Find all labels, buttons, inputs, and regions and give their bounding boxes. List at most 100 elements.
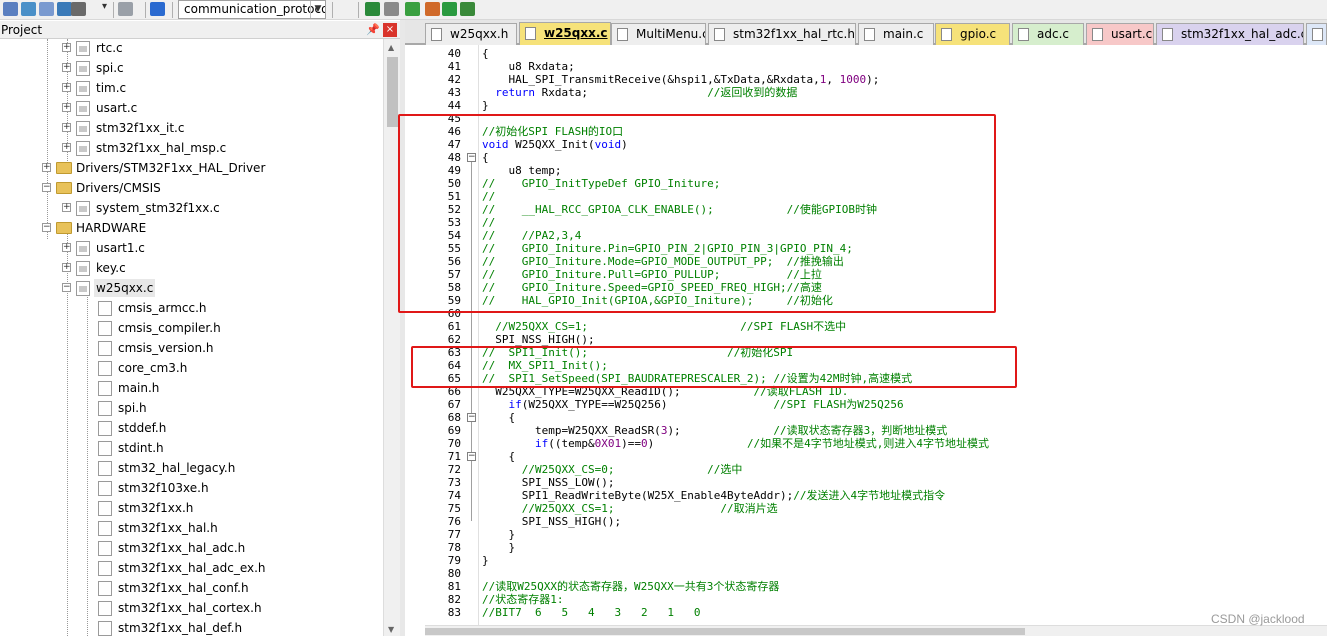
code-text: temp=W25QXX_ReadSR(: [482, 424, 661, 437]
scroll-down-icon[interactable]: ▼: [388, 625, 394, 634]
tree-folder[interactable]: − HARDWARE: [0, 219, 383, 239]
tree-file[interactable]: core_cm3.h: [0, 359, 383, 379]
tree-file[interactable]: stm32f1xx_hal_adc_ex.h: [0, 559, 383, 579]
expand-icon[interactable]: +: [62, 43, 71, 52]
select-packs-icon[interactable]: [405, 2, 420, 16]
expand-icon[interactable]: +: [62, 83, 71, 92]
tree-item-label: stm32f1xx_hal_adc_ex.h: [118, 561, 266, 575]
tab-file[interactable]: gpio.c: [935, 23, 1010, 45]
tab-file[interactable]: main.c: [858, 23, 934, 45]
tree-file[interactable]: + usart1.c: [0, 239, 383, 259]
code-comment: //: [482, 190, 496, 203]
options-icon[interactable]: [118, 2, 133, 16]
code-editor[interactable]: 40 {41 u8 Rxdata; 42 HAL_SPI_TransmitRecei…: [405, 45, 1327, 636]
tree-file[interactable]: cmsis_compiler.h: [0, 319, 383, 339]
tab-file[interactable]: [1306, 23, 1327, 45]
tree-file[interactable]: main.h: [0, 379, 383, 399]
code-text: W25QXX_Init(: [508, 138, 595, 151]
tree-file[interactable]: stm32f103xe.h: [0, 479, 383, 499]
c-source-file-icon: [76, 81, 90, 96]
load-icon[interactable]: [3, 2, 18, 16]
scroll-up-icon[interactable]: ▲: [388, 43, 394, 52]
target-select[interactable]: communication_protoco ▼: [178, 0, 326, 19]
project-tree-scrollbar[interactable]: ▲ ▼: [383, 39, 400, 636]
expand-icon[interactable]: +: [62, 123, 71, 132]
tree-file[interactable]: + usart.c: [0, 99, 383, 119]
chevron-down-icon[interactable]: ▾: [102, 1, 107, 12]
toolbar-separator: [172, 2, 173, 18]
expand-icon[interactable]: +: [42, 163, 51, 172]
tree-file[interactable]: + tim.c: [0, 79, 383, 99]
tab-file[interactable]: w25qxx.h: [425, 23, 517, 45]
expand-icon[interactable]: +: [62, 143, 71, 152]
rte-icon[interactable]: [425, 2, 440, 16]
tree-file[interactable]: stm32f1xx_hal_conf.h: [0, 579, 383, 599]
project-panel-header: Project 📌 ×: [0, 21, 400, 39]
header-file-icon: [98, 601, 112, 616]
pack-installer-icon[interactable]: [384, 2, 399, 16]
collapse-icon[interactable]: −: [467, 452, 476, 461]
tree-file[interactable]: spi.h: [0, 399, 383, 419]
tab-file[interactable]: stm32f1xx_hal_adc.c: [1156, 23, 1304, 45]
tree-file[interactable]: + stm32f1xx_it.c: [0, 119, 383, 139]
pin-icon[interactable]: 📌: [366, 23, 380, 36]
tree-file[interactable]: − w25qxx.c: [0, 279, 383, 299]
code-line: // SPI1_SetSpeed(SPI_BAUDRATEPRESCALER_2…: [482, 372, 912, 385]
tree-file[interactable]: stm32_hal_legacy.h: [0, 459, 383, 479]
line-number: 65: [447, 372, 461, 385]
tree-file[interactable]: + key.c: [0, 259, 383, 279]
line-number: 60: [447, 307, 461, 320]
expand-icon[interactable]: +: [62, 103, 71, 112]
tree-file[interactable]: stdint.h: [0, 439, 383, 459]
tree-file[interactable]: stm32f1xx_hal_def.h: [0, 619, 383, 636]
tree-file[interactable]: cmsis_version.h: [0, 339, 383, 359]
debug-icon[interactable]: [150, 2, 165, 16]
fold-guide-line: [471, 457, 472, 521]
close-icon[interactable]: ×: [383, 23, 397, 37]
expand-icon[interactable]: +: [62, 63, 71, 72]
tab-file[interactable]: MultiMenu.c: [611, 23, 706, 45]
expand-icon[interactable]: +: [62, 243, 71, 252]
tree-file[interactable]: stm32f1xx_hal_cortex.h: [0, 599, 383, 619]
tree-item-label: stm32f1xx_hal_def.h: [118, 621, 243, 635]
tree-file[interactable]: stm32f1xx.h: [0, 499, 383, 519]
tree-file[interactable]: stm32f1xx_hal_adc.h: [0, 539, 383, 559]
editor-horizontal-scrollbar[interactable]: [425, 625, 1327, 636]
rebuild-icon[interactable]: [39, 2, 54, 16]
c-source-file-icon: [76, 281, 90, 296]
tab-file[interactable]: adc.c: [1012, 23, 1084, 45]
tree-file[interactable]: + rtc.c: [0, 39, 383, 59]
file-icon: [525, 27, 536, 40]
template-icon[interactable]: [460, 2, 475, 16]
download-icon[interactable]: [21, 2, 36, 16]
collapse-icon[interactable]: −: [62, 283, 71, 292]
collapse-icon[interactable]: −: [467, 413, 476, 422]
expand-icon[interactable]: +: [62, 263, 71, 272]
expand-icon[interactable]: +: [62, 203, 71, 212]
collapse-icon[interactable]: −: [467, 153, 476, 162]
line-number: 76: [447, 515, 461, 528]
tree-file[interactable]: + stm32f1xx_hal_msp.c: [0, 139, 383, 159]
tree-file[interactable]: stm32f1xx_hal.h: [0, 519, 383, 539]
collapse-icon[interactable]: −: [42, 183, 51, 192]
tree-folder[interactable]: − Drivers/CMSIS: [0, 179, 383, 199]
tree-file[interactable]: + spi.c: [0, 59, 383, 79]
tree-folder[interactable]: + Drivers/STM32F1xx_HAL_Driver: [0, 159, 383, 179]
scrollbar-thumb[interactable]: [387, 57, 398, 127]
tree-file[interactable]: stddef.h: [0, 419, 383, 439]
tab-file[interactable]: stm32f1xx_hal_rtc.h: [708, 23, 856, 45]
translate-icon[interactable]: [57, 2, 72, 16]
batch-build-icon[interactable]: [71, 2, 86, 16]
tab-file[interactable]: usart.c: [1086, 23, 1154, 45]
chevron-down-icon[interactable]: ▼: [310, 1, 325, 18]
tab-file[interactable]: w25qxx.c: [519, 22, 611, 46]
tree-file[interactable]: cmsis_armcc.h: [0, 299, 383, 319]
scrollbar-thumb[interactable]: [425, 628, 1025, 635]
tree-file[interactable]: + system_stm32f1xx.c: [0, 199, 383, 219]
fold-guide-line: [471, 157, 472, 451]
run-icon[interactable]: [442, 2, 457, 16]
collapse-icon[interactable]: −: [42, 223, 51, 232]
manage-components-icon[interactable]: [365, 2, 380, 16]
tab-label: main.c: [883, 27, 924, 41]
